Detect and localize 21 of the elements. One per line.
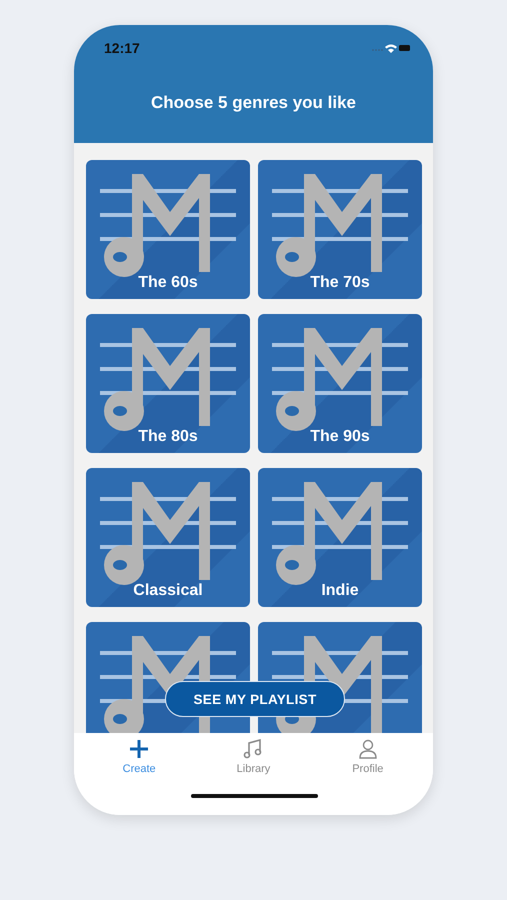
genre-tile[interactable]: Classical bbox=[86, 468, 250, 607]
tab-item[interactable]: Profile bbox=[328, 733, 408, 815]
genre-label: Classical bbox=[132, 582, 204, 600]
person-icon bbox=[356, 738, 379, 760]
tab-item[interactable]: Create bbox=[99, 733, 180, 815]
genre-label: The 60s bbox=[137, 274, 199, 292]
genre-tile[interactable]: Indie bbox=[258, 468, 422, 607]
genre-label: The 80s bbox=[137, 428, 199, 446]
status-time: 12:17 bbox=[104, 40, 140, 56]
genre-label: The 90s bbox=[309, 428, 371, 446]
screen-title: Choose 5 genres you like bbox=[150, 93, 357, 113]
genre-tile[interactable]: The 70s bbox=[258, 160, 422, 299]
genre-tile[interactable]: The 80s bbox=[86, 314, 250, 453]
genre-tile[interactable]: The 90s bbox=[258, 314, 422, 453]
status-icons bbox=[371, 43, 411, 53]
plus-icon bbox=[128, 738, 150, 760]
see-playlist-button[interactable]: SEE MY PLAYLIST bbox=[165, 681, 345, 717]
genre-label: Indie bbox=[320, 582, 360, 600]
tab-item[interactable]: Library bbox=[213, 733, 294, 815]
genre-label: The 70s bbox=[309, 274, 371, 292]
genre-tile[interactable]: The 60s bbox=[86, 160, 250, 299]
